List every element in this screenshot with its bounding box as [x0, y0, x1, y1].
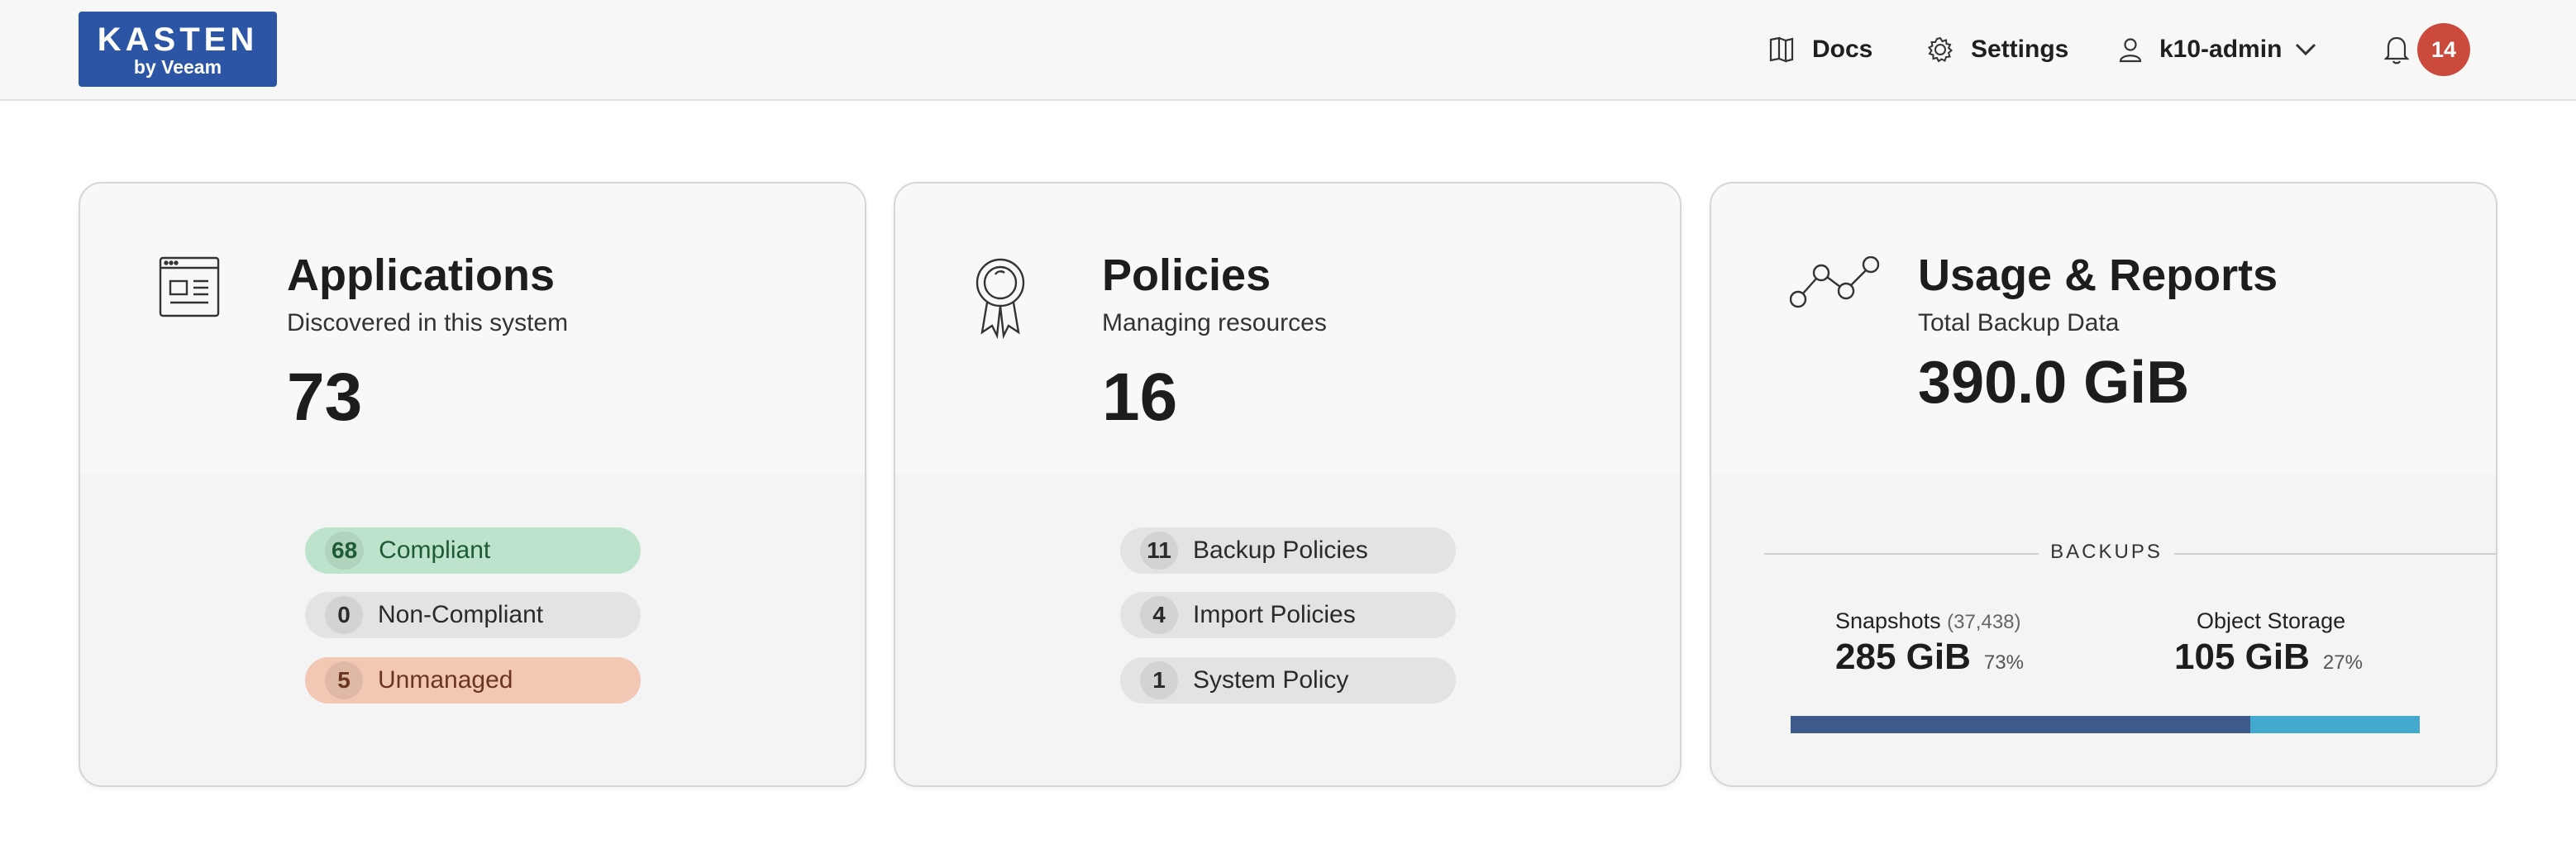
docs-label: Docs — [1812, 36, 1873, 63]
policies-title: Policies — [1102, 250, 1271, 300]
snapshots-size: 285 GiB — [1835, 637, 1971, 677]
system-policy-pill[interactable]: 1 System Policy — [1120, 657, 1456, 704]
policies-card[interactable]: Policies Managing resources 16 11 Backup… — [894, 182, 1682, 787]
non-compliant-count: 0 — [325, 596, 363, 634]
gear-icon — [1927, 36, 1953, 63]
user-menu[interactable]: k10-admin — [2118, 30, 2316, 69]
non-compliant-pill[interactable]: 0 Non-Compliant — [305, 592, 641, 638]
unmanaged-pill[interactable]: 5 Unmanaged — [305, 657, 641, 704]
applications-card-header: Applications Discovered in this system 7… — [80, 184, 865, 475]
object-storage-label: Object Storage — [2197, 608, 2346, 633]
user-icon — [2119, 38, 2142, 63]
settings-label: Settings — [1971, 36, 2069, 63]
import-policies-count: 4 — [1140, 596, 1178, 634]
logo-brand: KASTEN — [97, 21, 259, 58]
policies-card-header: Policies Managing resources 16 — [895, 184, 1680, 475]
snapshots-label: Snapshots — [1835, 608, 1941, 633]
system-policy-count: 1 — [1140, 661, 1178, 699]
backups-divider-right — [2174, 553, 2496, 555]
total-backup-value: 390.0 GiB — [1918, 350, 2190, 416]
browser-window-icon — [159, 256, 220, 317]
applications-card[interactable]: Applications Discovered in this system 7… — [79, 182, 866, 787]
applications-count: 73 — [287, 360, 363, 435]
object-storage-size: 105 GiB — [2174, 637, 2310, 677]
object-storage-bar-segment — [2249, 716, 2420, 733]
applications-title: Applications — [287, 250, 556, 300]
bell-icon[interactable] — [2384, 35, 2409, 64]
award-ribbon-icon — [976, 258, 1025, 339]
policies-subtitle: Managing resources — [1102, 309, 1327, 336]
backup-policies-label: Backup Policies — [1193, 537, 1368, 564]
object-storage-value-row: 105 GiB 27% — [2174, 637, 2363, 678]
line-graph-icon — [1790, 256, 1880, 308]
usage-subtitle: Total Backup Data — [1918, 309, 2120, 336]
system-policy-label: System Policy — [1193, 666, 1349, 694]
snapshots-label-row: Snapshots (37,438) — [1835, 608, 2021, 634]
compliant-pill[interactable]: 68 Compliant — [305, 527, 641, 574]
top-header: KASTEN by Veeam Docs Settings k10-admin … — [0, 0, 2576, 101]
import-policies-label: Import Policies — [1193, 601, 1356, 628]
policies-count: 16 — [1102, 360, 1178, 435]
snapshots-count: (37,438) — [1947, 611, 2021, 633]
unmanaged-label: Unmanaged — [378, 666, 513, 694]
backup-policies-count: 11 — [1140, 532, 1178, 570]
snapshots-percent: 73% — [1983, 651, 2024, 674]
docs-link[interactable]: Docs — [1767, 30, 1872, 69]
non-compliant-label: Non-Compliant — [378, 601, 544, 628]
user-label: k10-admin — [2159, 36, 2283, 63]
applications-subtitle: Discovered in this system — [287, 309, 569, 336]
logo-subtitle: by Veeam — [133, 56, 222, 78]
unmanaged-count: 5 — [325, 661, 363, 699]
notification-badge[interactable]: 14 — [2417, 23, 2470, 76]
snapshots-bar-segment — [1791, 716, 2250, 733]
usage-card-header: Usage & Reports Total Backup Data 390.0 … — [1711, 184, 2496, 475]
compliant-count: 68 — [325, 532, 365, 570]
usage-reports-card[interactable]: Usage & Reports Total Backup Data 390.0 … — [1710, 182, 2497, 787]
book-icon — [1769, 36, 1794, 63]
compliant-label: Compliant — [379, 537, 491, 564]
backups-usage-bar — [1791, 716, 2420, 733]
kasten-logo[interactable]: KASTEN by Veeam — [79, 12, 277, 87]
backups-divider-left — [1764, 553, 2039, 555]
chevron-down-icon — [2296, 43, 2316, 56]
settings-link[interactable]: Settings — [1926, 30, 2068, 69]
object-storage-label-row: Object Storage — [2197, 608, 2345, 634]
object-storage-percent: 27% — [2322, 651, 2363, 674]
import-policies-pill[interactable]: 4 Import Policies — [1120, 592, 1456, 638]
snapshots-value-row: 285 GiB 73% — [1835, 637, 2024, 678]
usage-title: Usage & Reports — [1918, 250, 2278, 300]
backup-policies-pill[interactable]: 11 Backup Policies — [1120, 527, 1456, 574]
backups-section-label: BACKUPS — [2050, 541, 2163, 563]
